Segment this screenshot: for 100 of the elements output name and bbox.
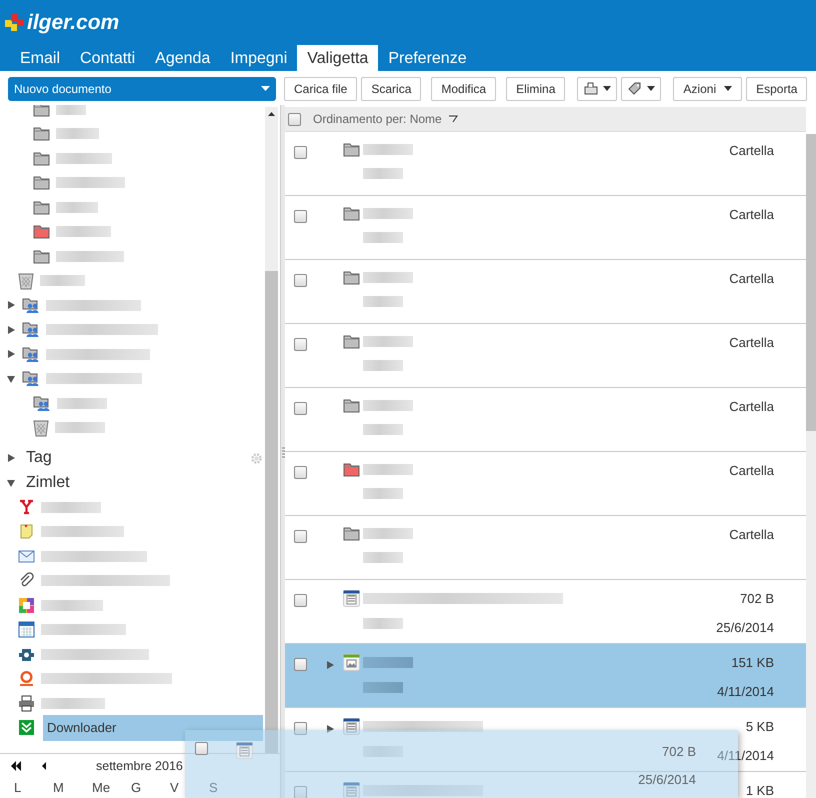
mail-icon	[18, 548, 35, 565]
blurred-text	[56, 128, 99, 140]
row-checkbox[interactable]	[294, 338, 307, 351]
caret-icon	[647, 86, 656, 91]
row-checkbox[interactable]	[294, 658, 307, 671]
tag-icon	[627, 81, 644, 96]
expand-arrow-icon[interactable]	[6, 300, 16, 310]
type-label: Cartella	[728, 398, 774, 416]
sort-icon[interactable]	[448, 115, 458, 123]
file-row[interactable]: Cartella	[285, 132, 806, 196]
file-row[interactable]: Cartella	[285, 388, 806, 452]
toolbar-button[interactable]: Scarica	[361, 76, 422, 100]
file-row[interactable]: Cartella	[285, 260, 806, 324]
actions-menu-button[interactable]: Azioni	[673, 76, 742, 100]
blurred-text	[363, 168, 403, 179]
blurred-text	[363, 552, 403, 563]
blurred-text	[55, 422, 105, 434]
blurred-text	[56, 177, 125, 188]
blurred-text	[363, 272, 413, 283]
type-label: Cartella	[728, 334, 774, 352]
tab[interactable]: Email	[10, 45, 70, 71]
weekday-label: L	[14, 779, 22, 797]
file-date: 25/6/2014	[715, 618, 774, 636]
file-row[interactable]: Cartella	[285, 452, 806, 516]
file-row[interactable]: 151 KB 4/11/2014	[285, 644, 806, 708]
scrollbar[interactable]	[265, 107, 278, 753]
tab[interactable]: Valigetta	[297, 45, 378, 71]
expand-arrow-icon[interactable]	[6, 324, 16, 335]
type-label: Cartella	[728, 462, 774, 480]
row-checkbox[interactable]	[294, 210, 307, 223]
print-menu-button[interactable]	[577, 76, 618, 100]
caret-icon	[261, 86, 270, 91]
document-icon	[343, 782, 360, 798]
row-checkbox[interactable]	[294, 402, 307, 415]
tab[interactable]: Impegni	[220, 45, 298, 71]
expand-arrow-icon[interactable]	[325, 724, 335, 734]
blurred-text	[363, 296, 403, 307]
section-header[interactable]: Zimlet	[26, 470, 70, 495]
shared-folder-icon	[22, 370, 40, 388]
row-checkbox[interactable]	[294, 146, 307, 159]
file-row[interactable]: Cartella	[285, 196, 806, 260]
row-checkbox[interactable]	[294, 786, 307, 798]
tiles-icon	[18, 596, 35, 614]
splitter-handle-icon[interactable]	[282, 446, 284, 458]
file-date: 4/11/2014	[716, 682, 774, 700]
tab[interactable]: Agenda	[145, 45, 220, 71]
type-label: Cartella	[728, 206, 774, 224]
download-icon	[18, 719, 35, 736]
previous-icon[interactable]	[40, 761, 48, 771]
section-header[interactable]: Tag	[26, 446, 52, 470]
toolbar-button[interactable]: Elimina	[506, 76, 566, 100]
blurred-text	[363, 657, 413, 668]
tag-menu-button[interactable]	[621, 76, 662, 100]
first-page-icon[interactable]	[10, 761, 22, 771]
shared-folder-icon	[33, 394, 51, 412]
tab[interactable]: Preferenze	[378, 45, 477, 71]
blurred-text	[363, 618, 403, 629]
scrollbar[interactable]	[806, 134, 816, 798]
document-icon	[343, 718, 360, 735]
collapse-arrow-icon[interactable]	[6, 478, 16, 488]
row-checkbox[interactable]	[294, 594, 307, 607]
blurred-text	[363, 336, 413, 347]
file-size: 702 B	[661, 743, 696, 761]
expand-arrow-icon[interactable]	[6, 349, 16, 360]
shared-folder-icon	[22, 296, 40, 314]
toolbar-button[interactable]: Modifica	[431, 76, 496, 100]
collapse-arrow-icon[interactable]	[6, 374, 16, 384]
blurred-text	[56, 250, 124, 262]
file-size: 151 KB	[730, 654, 774, 672]
expand-arrow-icon[interactable]	[325, 660, 335, 670]
document-icon	[236, 742, 253, 759]
new-document-dropdown[interactable]: Nuovo documento	[8, 76, 276, 100]
select-all-checkbox[interactable]	[288, 112, 301, 126]
yahoo-icon	[18, 498, 35, 516]
blurred-text	[56, 226, 111, 238]
toolbar-button[interactable]: Carica file	[284, 76, 358, 100]
sort-label[interactable]: Ordinamento per: Nome	[313, 110, 442, 128]
row-checkbox[interactable]	[294, 274, 307, 287]
blurred-text	[56, 202, 98, 213]
blurred-text	[363, 682, 403, 693]
weekday-label: Me	[92, 779, 112, 797]
blurred-text	[40, 275, 85, 286]
row-checkbox[interactable]	[294, 530, 307, 543]
trash-icon	[18, 272, 34, 290]
file-row[interactable]: Cartella	[285, 324, 806, 388]
row-checkbox[interactable]	[294, 466, 307, 479]
file-row[interactable]: Cartella	[285, 516, 806, 580]
toolbar-button[interactable]: Esporta	[746, 76, 808, 100]
printer-icon	[18, 694, 35, 712]
trash-icon	[33, 418, 49, 437]
zimlet-item[interactable]: Downloader	[43, 715, 263, 740]
row-checkbox[interactable]	[294, 722, 307, 735]
document-icon	[343, 590, 360, 607]
blurred-text	[363, 232, 403, 243]
note-icon	[18, 523, 35, 540]
logo-icon	[5, 14, 25, 32]
calendar-icon	[18, 621, 35, 638]
tab[interactable]: Contatti	[70, 45, 146, 71]
printer-icon	[583, 81, 600, 96]
expand-arrow-icon[interactable]	[6, 453, 16, 464]
